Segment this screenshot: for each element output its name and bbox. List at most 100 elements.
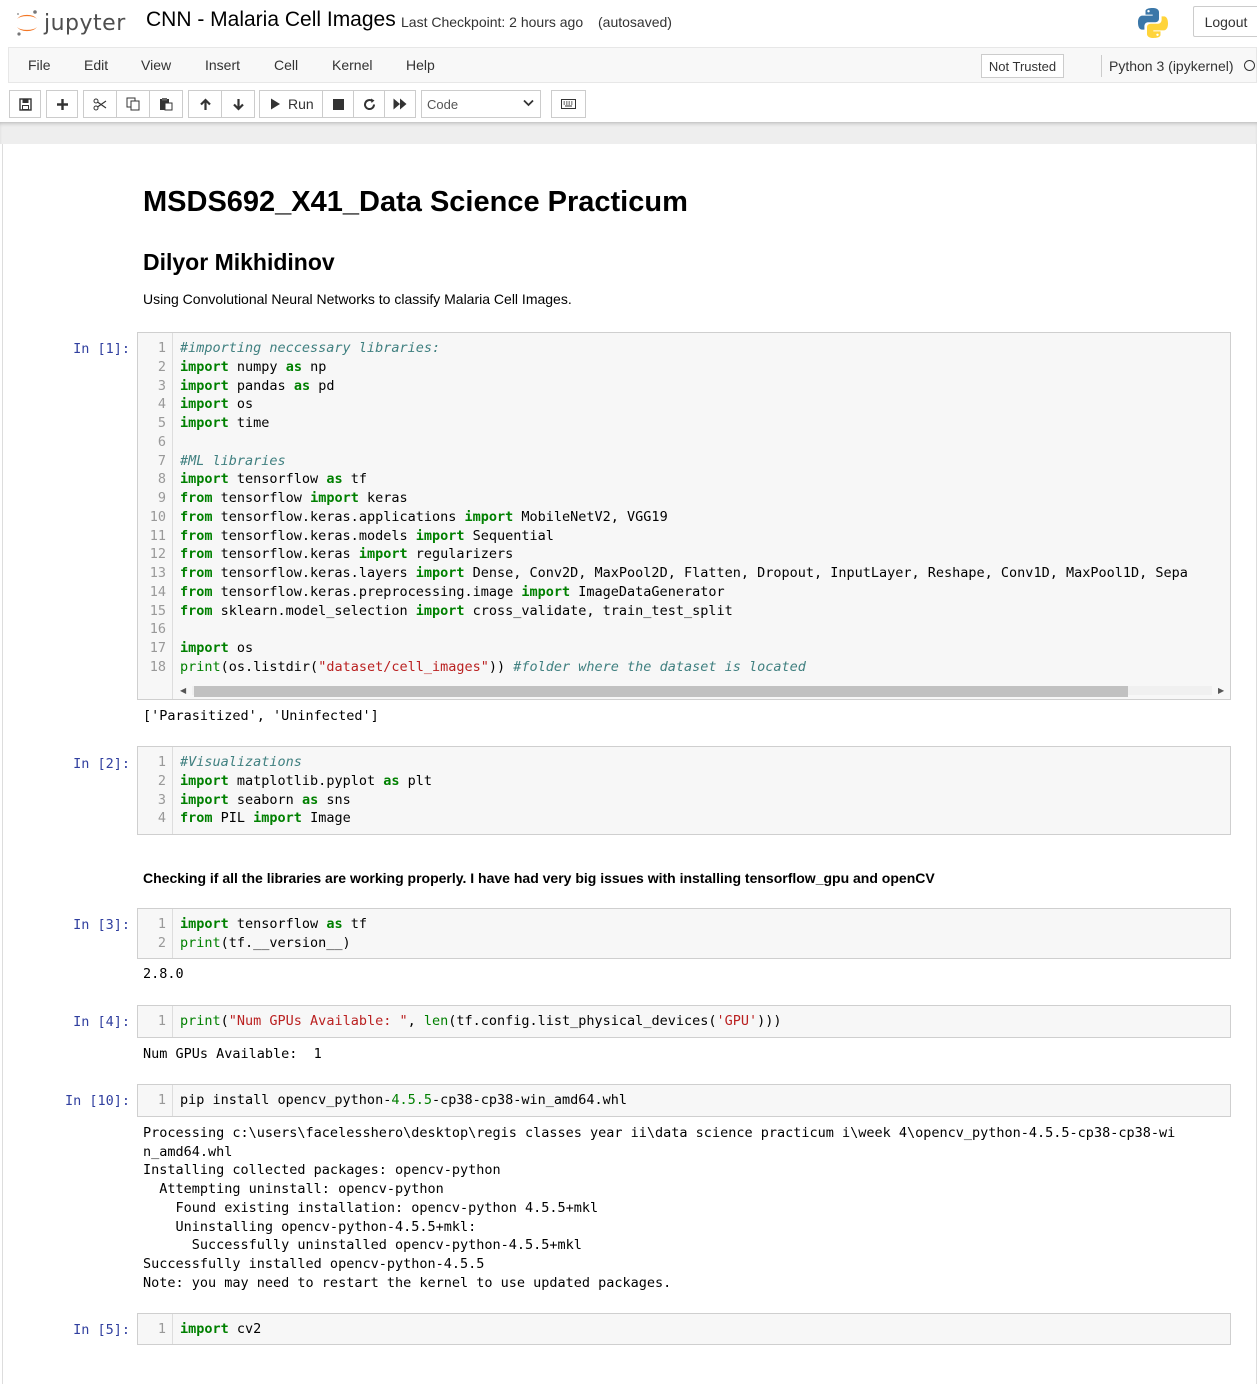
menu-help[interactable]: Help [406,57,435,73]
code-text: print(tf.__version__) [180,934,351,951]
toolbar: Run Code [0,85,1257,121]
code-text: import pandas as pd [180,377,335,394]
code-text: import os [180,396,254,413]
save-button[interactable] [9,90,41,118]
code-text: from sklearn.model_selection import cros… [180,602,733,619]
logo-text: jupyter [44,10,126,36]
code-text: from tensorflow import keras [180,490,408,506]
line-number: 15 [149,602,166,619]
code-cell-3[interactable]: 1 import tensorflow as tf 2 print(tf.__vers… [137,908,1231,959]
line-number: 1 [157,1092,166,1108]
code-cell-2[interactable]: 1 #Visualizations 2 import matplotlib.pyplo… [137,746,1231,835]
kernel-name[interactable]: Python 3 (ipykernel) [1109,58,1234,74]
arrow-up-icon [199,97,211,110]
code-text: from tensorflow.keras.preprocessing.imag… [180,583,725,600]
header: jupyter CNN - Malaria Cell Images Last C… [0,0,1257,46]
notebook-name[interactable]: CNN - Malaria Cell Images [146,8,396,32]
line-number: 1 [157,1013,166,1029]
copy-button[interactable] [116,90,150,118]
code-text: pip install opencv_python-4.5.5-cp38-cp3… [180,1092,628,1108]
logout-button[interactable]: Logout [1193,6,1257,37]
plus-icon [56,98,68,110]
code-text: print(os.listdir("dataset/cell_images"))… [180,658,806,675]
code-cell-5[interactable]: 1 pip install opencv_python-4.5.5-cp38-cp… [137,1084,1231,1117]
interrupt-button[interactable] [322,90,354,118]
line-number: 9 [157,490,166,506]
code-text: from tensorflow.keras.models import Sequ… [180,527,554,544]
line-number: 17 [149,640,166,656]
scrollbar-thumb[interactable] [194,686,1128,697]
code-text: import seaborn as sns [180,791,351,808]
arrow-down-icon [232,98,244,111]
menu-cell[interactable]: Cell [274,57,298,73]
line-number: 1 [157,916,166,932]
line-number: 13 [149,565,166,581]
line-number: 8 [157,471,166,488]
cell-prompt: In [10]: [64,1093,130,1109]
paste-icon [160,98,173,111]
horizontal-scrollbar[interactable]: ◀ ▶ [178,683,1228,697]
not-trusted-button[interactable]: Not Trusted [981,54,1064,78]
scroll-right-arrow-icon[interactable]: ▶ [1218,686,1224,695]
intro-paragraph: Using Convolutional Neural Networks to c… [143,291,572,307]
code-cell-1[interactable]: 1 #importing neccessary libraries: 2 import… [137,332,1231,700]
insert-cell-button[interactable] [46,90,78,118]
line-number: 2 [157,358,166,375]
code-cell-4[interactable]: 1 print("Num GPUs Available: ", len(tf.co… [137,1005,1231,1038]
line-number: 10 [149,508,166,525]
code-text: import matplotlib.pyplot as plt [180,772,432,789]
keyboard-icon [561,99,576,109]
scroll-left-arrow-icon[interactable]: ◀ [180,686,186,695]
kernel-separator [1101,55,1102,77]
author-heading: Dilyor Mikhidinov [143,249,335,275]
restart-button[interactable] [353,90,385,118]
code-text: from tensorflow.keras.layers import Dens… [180,565,1188,581]
jupyter-logo[interactable]: jupyter [14,6,126,40]
save-icon [18,97,32,111]
jupyter-icon [17,10,37,36]
refresh-icon [363,98,375,110]
line-number: 4 [157,396,166,413]
cell-output: ['Parasitized', 'Uninfected'] [143,708,379,724]
fast-forward-icon [393,98,407,110]
line-number: 2 [157,934,166,951]
move-down-button[interactable] [221,90,255,118]
copy-icon [126,97,140,111]
run-button[interactable]: Run [259,90,323,118]
scissors-icon [93,98,107,110]
command-palette-button[interactable] [551,90,586,118]
restart-run-all-button[interactable] [384,90,416,118]
code-text: import os [180,640,254,656]
code-cell-6[interactable]: 1 import cv2 [137,1313,1231,1345]
line-number: 18 [149,658,166,675]
code-text: #Visualizations [180,754,302,770]
cell-output: Processing c:\users\facelesshero\desktop… [143,1125,1176,1291]
line-number: 4 [157,810,166,827]
menu-file[interactable]: File [28,57,51,73]
cell-prompt: In [1]: [73,341,130,357]
cell-prompt: In [2]: [73,756,130,772]
code-text: import tensorflow as tf [180,916,367,932]
menu-kernel[interactable]: Kernel [332,57,372,73]
menu-edit[interactable]: Edit [84,57,108,73]
cut-button[interactable] [83,90,117,118]
cell-prompt: In [5]: [73,1322,130,1338]
python-icon [1138,8,1168,38]
cell-prompt: In [4]: [73,1014,130,1030]
line-number: 14 [149,583,166,600]
paste-button[interactable] [149,90,183,118]
line-number: 1 [157,340,166,356]
menu-view[interactable]: View [141,57,171,73]
code-text: from PIL import Image [180,810,351,827]
cell-type-select[interactable]: Code [421,90,541,118]
menu-insert[interactable]: Insert [205,57,240,73]
line-number: 5 [157,415,166,431]
chevron-down-icon [523,99,534,107]
line-number: 3 [157,791,166,808]
move-up-button[interactable] [188,90,222,118]
code-text: #ML libraries [180,452,286,469]
cell-prompt: In [3]: [73,917,130,933]
kernel-idle-indicator [1244,60,1255,71]
line-number: 11 [149,527,166,544]
stop-icon [332,98,344,110]
